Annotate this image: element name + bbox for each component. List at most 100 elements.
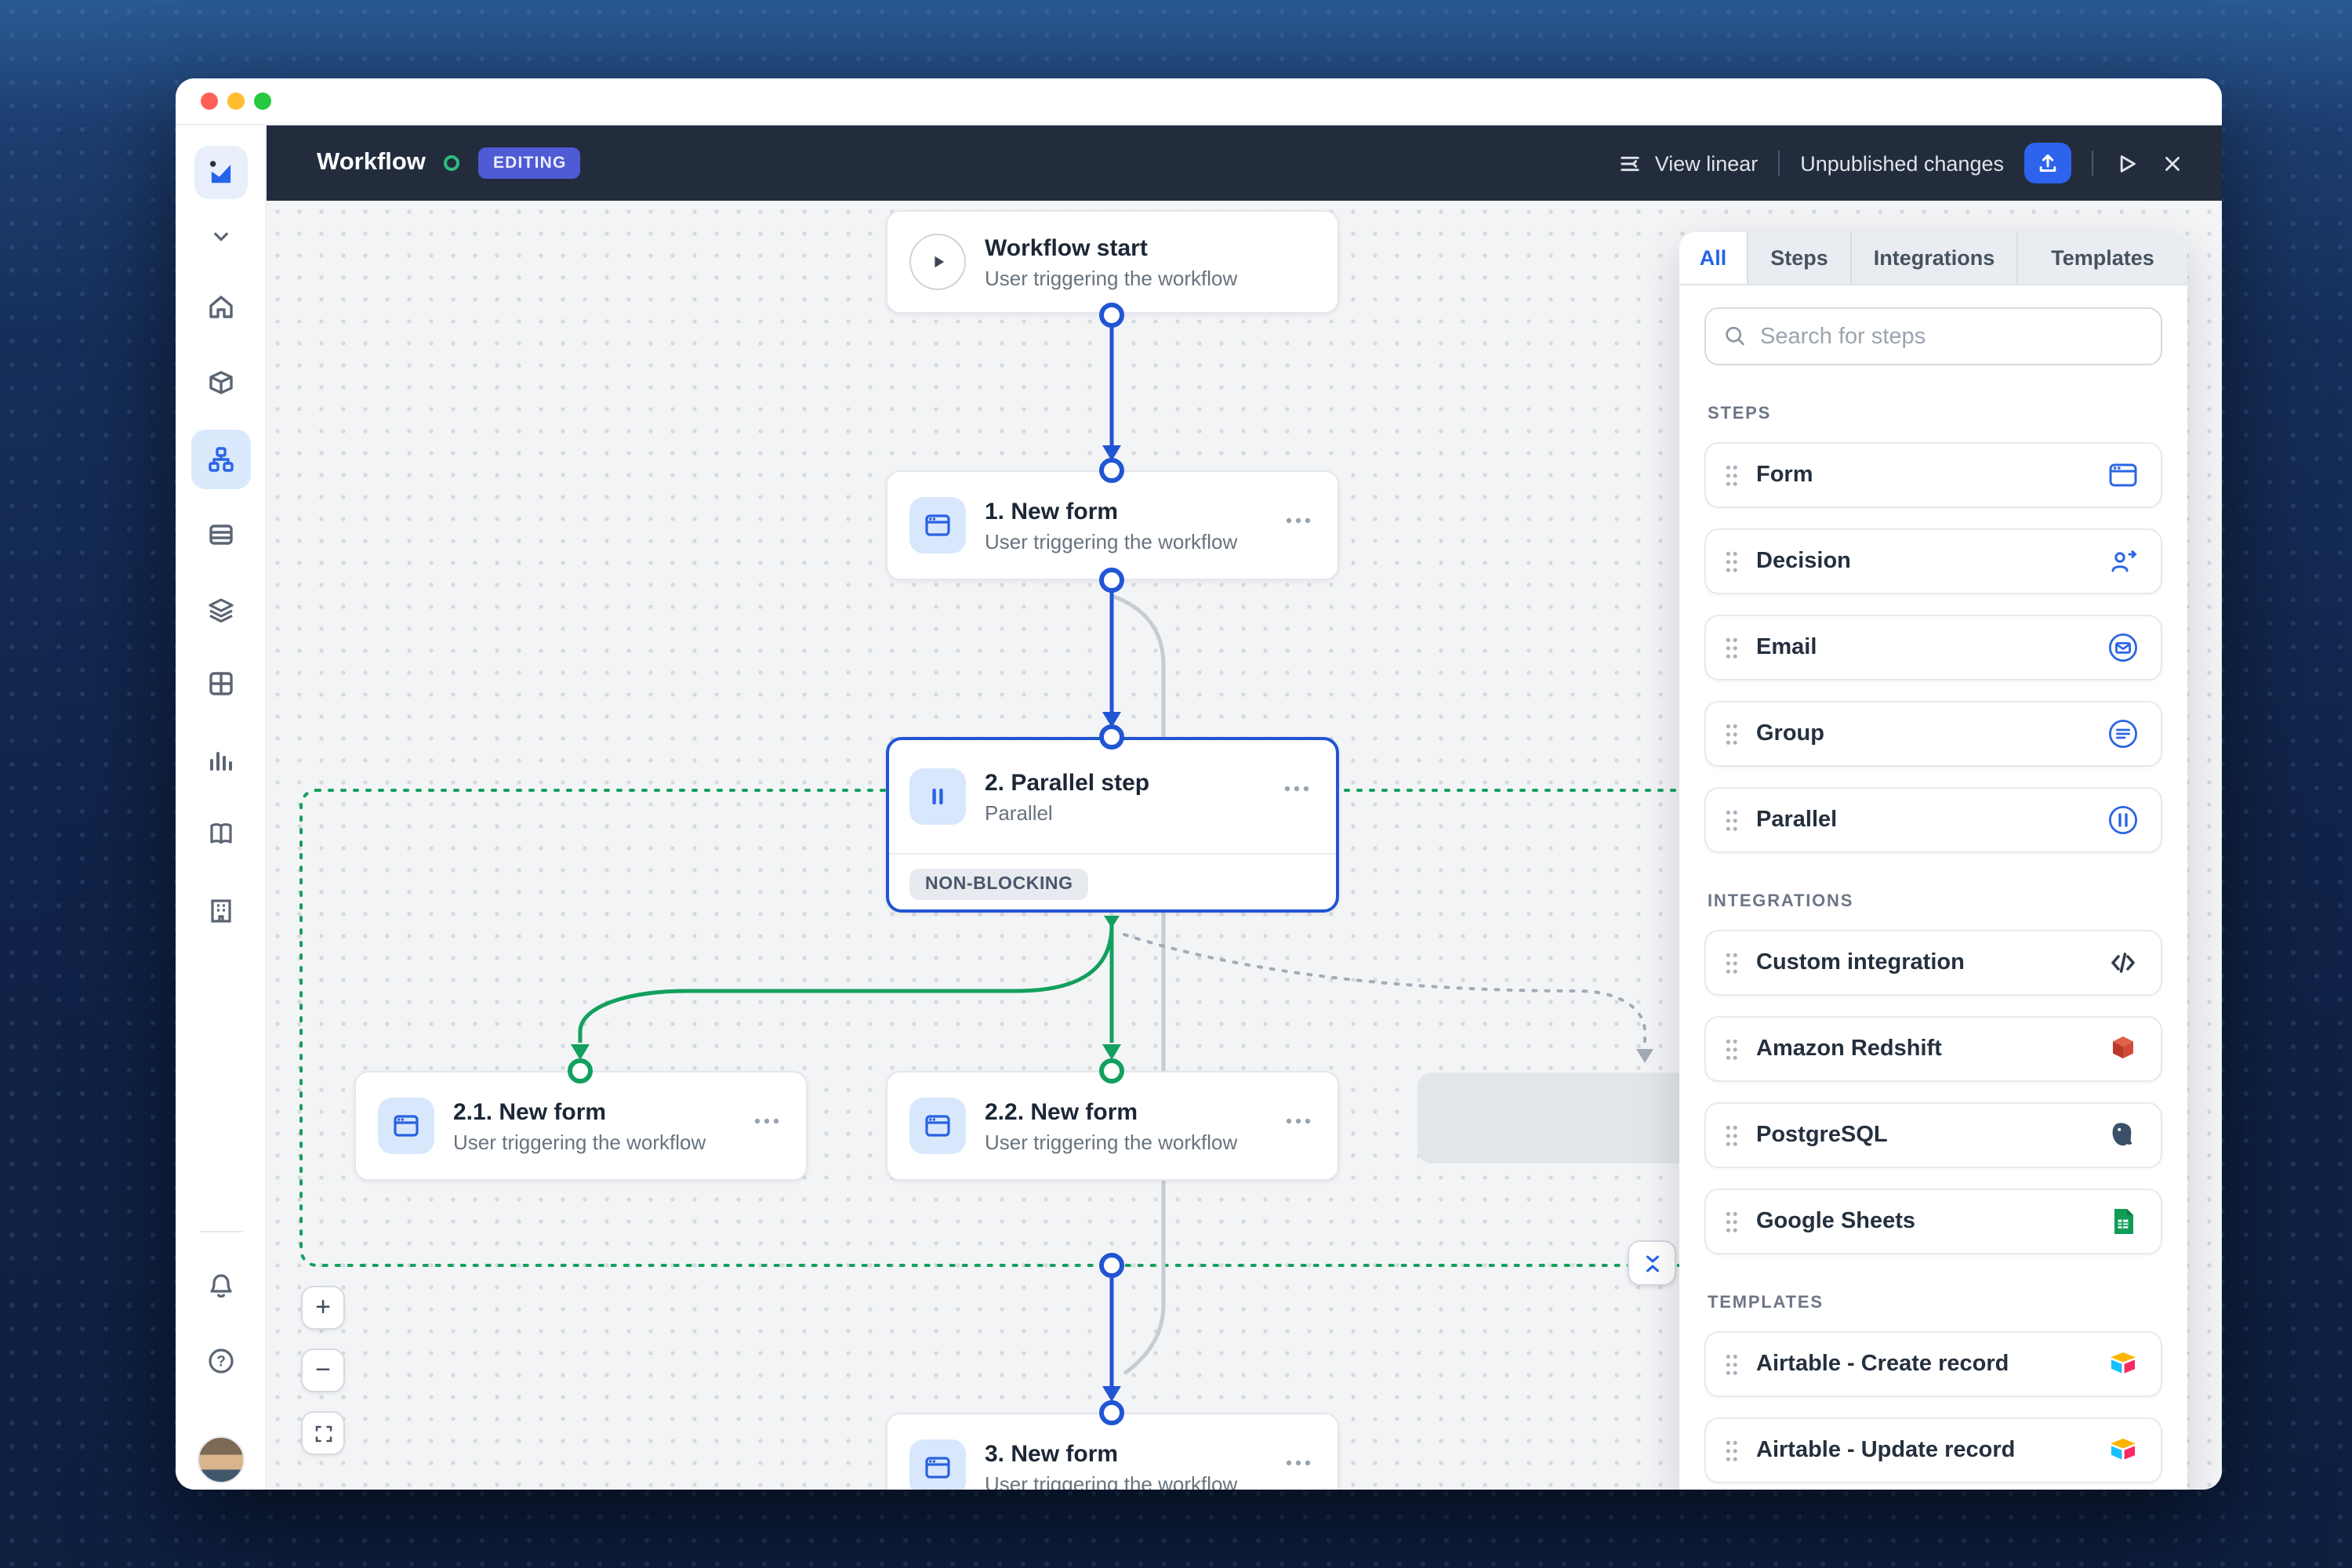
sidebar-item-docs[interactable] <box>191 804 251 864</box>
rows-icon <box>209 524 233 545</box>
form-step-icon <box>909 1098 966 1154</box>
drag-handle-icon[interactable] <box>1725 1210 1739 1233</box>
drag-handle-icon[interactable] <box>1725 951 1739 975</box>
node-title: 2.2. New form <box>985 1098 1138 1125</box>
sidebar-item-notifications[interactable] <box>191 1256 251 1316</box>
panel-item-label: Custom integration <box>1756 950 1965 975</box>
home-icon <box>209 296 233 318</box>
sidebar-item-layers[interactable] <box>191 580 251 640</box>
panel-item-form[interactable]: Form <box>1704 442 2162 508</box>
close-editor-button[interactable] <box>2161 151 2184 175</box>
port[interactable] <box>1099 1253 1124 1278</box>
panel-item-label: Parallel <box>1756 808 1838 833</box>
sidebar-item-analytics[interactable] <box>191 729 251 789</box>
app-logo[interactable] <box>194 146 248 199</box>
add-branch-connector <box>1123 933 1646 1051</box>
node-title: 3. New form <box>985 1440 1119 1467</box>
ellipsis-icon <box>1286 517 1311 524</box>
drag-handle-icon[interactable] <box>1725 808 1739 832</box>
chevron-down-icon <box>214 232 228 241</box>
header-separator <box>1778 151 1780 176</box>
node-2-1-new-form[interactable]: 2.1. New form User triggering the workfl… <box>354 1071 808 1181</box>
section-label-integrations: INTEGRATIONS <box>1708 892 1854 911</box>
section-label-templates: TEMPLATES <box>1708 1294 1824 1312</box>
run-workflow-button[interactable] <box>2114 150 2140 176</box>
sidebar-item-tables[interactable] <box>191 654 251 713</box>
node-workflow-start[interactable]: Workflow start User triggering the workf… <box>886 210 1339 314</box>
node-menu-button[interactable] <box>1278 1098 1319 1138</box>
node-3-new-form[interactable]: 3. New form User triggering the workflow <box>886 1413 1339 1490</box>
minimize-traffic-light[interactable] <box>227 93 245 110</box>
sidebar-item-home[interactable] <box>191 278 251 337</box>
panel-item-airtable-update-record[interactable]: Airtable - Update record <box>1704 1417 2162 1483</box>
tab-all[interactable]: All <box>1679 232 1748 284</box>
node-menu-button[interactable] <box>1278 1439 1319 1480</box>
node-menu-button[interactable] <box>746 1098 787 1138</box>
zoom-traffic-light[interactable] <box>254 93 271 110</box>
sidebar-item-data[interactable] <box>191 505 251 564</box>
panel-item-custom-integration[interactable]: Custom integration <box>1704 930 2162 996</box>
google-sheets-icon <box>2104 1203 2142 1240</box>
sidebar-item-organization[interactable] <box>191 881 251 941</box>
bar-chart-icon <box>210 752 232 771</box>
tab-integrations[interactable]: Integrations <box>1852 232 2018 284</box>
parallel-icon <box>2104 801 2142 839</box>
node-2-parallel-step[interactable]: 2. Parallel step Parallel NON-BLOCKING <box>886 737 1339 913</box>
drag-handle-icon[interactable] <box>1725 722 1739 746</box>
app-window: ? Workflow EDITING View linear Unpublish… <box>176 78 2222 1490</box>
drag-handle-icon[interactable] <box>1725 1037 1739 1061</box>
panel-item-email[interactable]: Email <box>1704 615 2162 681</box>
zoom-in-button[interactable]: + <box>301 1286 345 1330</box>
search-box[interactable] <box>1704 307 2162 365</box>
left-sidebar: ? <box>176 125 267 1490</box>
panel-item-label: Airtable - Create record <box>1756 1352 2009 1377</box>
non-blocking-badge: NON-BLOCKING <box>909 869 1089 900</box>
package-icon <box>209 371 233 394</box>
zoom-in-icon: + <box>315 1292 331 1322</box>
user-avatar[interactable] <box>198 1436 245 1483</box>
view-linear-button[interactable]: View linear <box>1617 150 1758 176</box>
collapse-parallel-button[interactable] <box>1628 1240 1676 1286</box>
node-menu-button[interactable] <box>1278 497 1319 538</box>
panel-item-decision[interactable]: Decision <box>1704 528 2162 594</box>
drag-handle-icon[interactable] <box>1725 636 1739 659</box>
redshift-icon <box>2104 1030 2142 1068</box>
drag-handle-icon[interactable] <box>1725 1123 1739 1147</box>
sidebar-expand-chevron[interactable] <box>191 207 251 267</box>
node-1-new-form[interactable]: 1. New form User triggering the workflow <box>886 470 1339 580</box>
form-step-icon <box>909 497 966 554</box>
drag-handle-icon[interactable] <box>1725 550 1739 573</box>
bypass-connector <box>1111 593 1166 1376</box>
editing-status-badge: EDITING <box>478 147 581 179</box>
drag-handle-icon[interactable] <box>1725 1439 1739 1462</box>
window-titlebar <box>176 78 2222 125</box>
sidebar-item-automations[interactable] <box>191 430 251 489</box>
node-2-2-new-form[interactable]: 2.2. New form User triggering the workfl… <box>886 1071 1339 1181</box>
node-menu-button[interactable] <box>1276 765 1317 806</box>
panel-item-airtable-create-record[interactable]: Airtable - Create record <box>1704 1331 2162 1397</box>
node-subtitle: User triggering the workflow <box>985 266 1238 289</box>
drag-handle-icon[interactable] <box>1725 463 1739 487</box>
panel-item-postgresql[interactable]: PostgreSQL <box>1704 1102 2162 1168</box>
close-traffic-light[interactable] <box>201 93 218 110</box>
drag-handle-icon[interactable] <box>1725 1352 1739 1376</box>
panel-item-google-sheets[interactable]: Google Sheets <box>1704 1189 2162 1254</box>
parallel-step-icon <box>909 768 966 825</box>
workflow-icon <box>209 447 234 472</box>
search-input[interactable] <box>1760 324 2143 349</box>
tab-steps[interactable]: Steps <box>1748 232 1852 284</box>
upload-icon <box>2039 154 2056 172</box>
layers-icon <box>209 598 234 622</box>
panel-item-group[interactable]: Group <box>1704 701 2162 767</box>
zoom-out-button[interactable]: − <box>301 1348 345 1392</box>
sidebar-item-help[interactable]: ? <box>191 1331 251 1391</box>
tab-templates[interactable]: Templates <box>2018 232 2187 284</box>
form-icon <box>2104 456 2142 494</box>
node-subtitle: User triggering the workflow <box>985 1472 1238 1490</box>
zoom-fit-button[interactable] <box>301 1411 345 1455</box>
publish-button[interactable] <box>2024 143 2071 183</box>
panel-item-parallel[interactable]: Parallel <box>1704 787 2162 853</box>
panel-item-amazon-redshift[interactable]: Amazon Redshift <box>1704 1016 2162 1082</box>
panel-tabs: All Steps Integrations Templates <box>1679 232 2187 285</box>
sidebar-item-apps[interactable] <box>191 353 251 412</box>
